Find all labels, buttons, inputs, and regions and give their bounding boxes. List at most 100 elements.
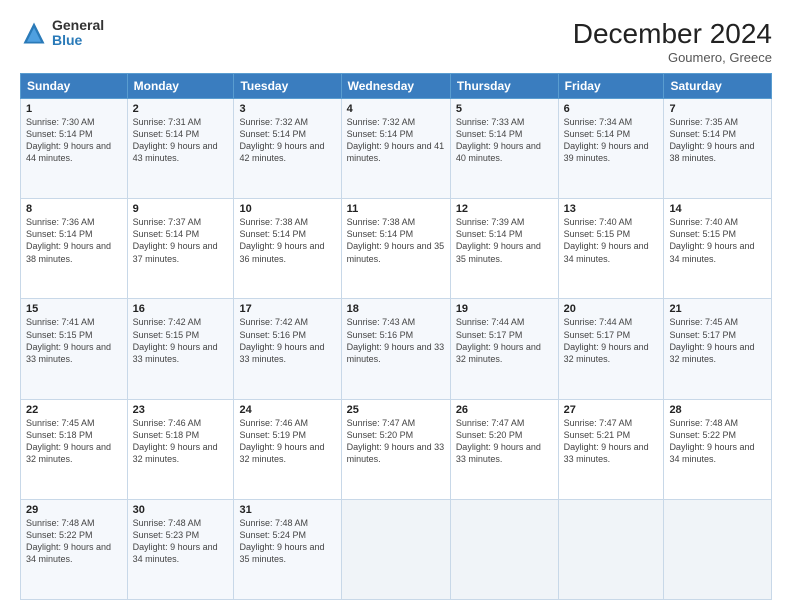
day-info: Sunrise: 7:30 AM Sunset: 5:14 PM Dayligh… bbox=[26, 116, 122, 165]
header-row: SundayMondayTuesdayWednesdayThursdayFrid… bbox=[21, 74, 772, 99]
week-row-2: 8Sunrise: 7:36 AM Sunset: 5:14 PM Daylig… bbox=[21, 199, 772, 299]
day-info: Sunrise: 7:38 AM Sunset: 5:14 PM Dayligh… bbox=[239, 216, 335, 265]
day-cell: 9Sunrise: 7:37 AM Sunset: 5:14 PM Daylig… bbox=[127, 199, 234, 299]
col-header-tuesday: Tuesday bbox=[234, 74, 341, 99]
day-info: Sunrise: 7:36 AM Sunset: 5:14 PM Dayligh… bbox=[26, 216, 122, 265]
calendar-table: SundayMondayTuesdayWednesdayThursdayFrid… bbox=[20, 73, 772, 600]
day-info: Sunrise: 7:48 AM Sunset: 5:24 PM Dayligh… bbox=[239, 517, 335, 566]
day-number: 9 bbox=[133, 203, 229, 215]
day-cell: 15Sunrise: 7:41 AM Sunset: 5:15 PM Dayli… bbox=[21, 299, 128, 399]
day-info: Sunrise: 7:44 AM Sunset: 5:17 PM Dayligh… bbox=[564, 316, 659, 365]
col-header-friday: Friday bbox=[558, 74, 664, 99]
day-cell: 17Sunrise: 7:42 AM Sunset: 5:16 PM Dayli… bbox=[234, 299, 341, 399]
day-info: Sunrise: 7:45 AM Sunset: 5:18 PM Dayligh… bbox=[26, 417, 122, 466]
day-cell bbox=[558, 499, 664, 599]
day-number: 13 bbox=[564, 203, 659, 215]
day-number: 4 bbox=[347, 103, 445, 115]
day-number: 30 bbox=[133, 504, 229, 516]
day-cell: 13Sunrise: 7:40 AM Sunset: 5:15 PM Dayli… bbox=[558, 199, 664, 299]
day-cell: 5Sunrise: 7:33 AM Sunset: 5:14 PM Daylig… bbox=[450, 99, 558, 199]
day-number: 3 bbox=[239, 103, 335, 115]
title-section: December 2024 Goumero, Greece bbox=[573, 18, 772, 65]
day-cell bbox=[450, 499, 558, 599]
page: General Blue December 2024 Goumero, Gree… bbox=[0, 0, 792, 612]
col-header-sunday: Sunday bbox=[21, 74, 128, 99]
day-info: Sunrise: 7:48 AM Sunset: 5:22 PM Dayligh… bbox=[669, 417, 766, 466]
day-info: Sunrise: 7:35 AM Sunset: 5:14 PM Dayligh… bbox=[669, 116, 766, 165]
day-cell: 10Sunrise: 7:38 AM Sunset: 5:14 PM Dayli… bbox=[234, 199, 341, 299]
day-cell: 22Sunrise: 7:45 AM Sunset: 5:18 PM Dayli… bbox=[21, 399, 128, 499]
day-info: Sunrise: 7:32 AM Sunset: 5:14 PM Dayligh… bbox=[347, 116, 445, 165]
col-header-monday: Monday bbox=[127, 74, 234, 99]
day-cell: 23Sunrise: 7:46 AM Sunset: 5:18 PM Dayli… bbox=[127, 399, 234, 499]
day-number: 14 bbox=[669, 203, 766, 215]
day-number: 21 bbox=[669, 303, 766, 315]
day-cell: 3Sunrise: 7:32 AM Sunset: 5:14 PM Daylig… bbox=[234, 99, 341, 199]
day-info: Sunrise: 7:40 AM Sunset: 5:15 PM Dayligh… bbox=[564, 216, 659, 265]
week-row-4: 22Sunrise: 7:45 AM Sunset: 5:18 PM Dayli… bbox=[21, 399, 772, 499]
logo-icon bbox=[20, 19, 48, 47]
day-info: Sunrise: 7:47 AM Sunset: 5:20 PM Dayligh… bbox=[456, 417, 553, 466]
day-number: 8 bbox=[26, 203, 122, 215]
logo: General Blue bbox=[20, 18, 104, 49]
day-cell: 7Sunrise: 7:35 AM Sunset: 5:14 PM Daylig… bbox=[664, 99, 772, 199]
day-info: Sunrise: 7:42 AM Sunset: 5:15 PM Dayligh… bbox=[133, 316, 229, 365]
day-number: 20 bbox=[564, 303, 659, 315]
day-cell: 18Sunrise: 7:43 AM Sunset: 5:16 PM Dayli… bbox=[341, 299, 450, 399]
day-cell: 21Sunrise: 7:45 AM Sunset: 5:17 PM Dayli… bbox=[664, 299, 772, 399]
col-header-wednesday: Wednesday bbox=[341, 74, 450, 99]
day-info: Sunrise: 7:38 AM Sunset: 5:14 PM Dayligh… bbox=[347, 216, 445, 265]
day-number: 29 bbox=[26, 504, 122, 516]
day-info: Sunrise: 7:41 AM Sunset: 5:15 PM Dayligh… bbox=[26, 316, 122, 365]
day-number: 18 bbox=[347, 303, 445, 315]
day-info: Sunrise: 7:46 AM Sunset: 5:18 PM Dayligh… bbox=[133, 417, 229, 466]
day-number: 6 bbox=[564, 103, 659, 115]
day-cell: 14Sunrise: 7:40 AM Sunset: 5:15 PM Dayli… bbox=[664, 199, 772, 299]
day-number: 23 bbox=[133, 404, 229, 416]
day-info: Sunrise: 7:31 AM Sunset: 5:14 PM Dayligh… bbox=[133, 116, 229, 165]
col-header-thursday: Thursday bbox=[450, 74, 558, 99]
day-info: Sunrise: 7:46 AM Sunset: 5:19 PM Dayligh… bbox=[239, 417, 335, 466]
day-number: 16 bbox=[133, 303, 229, 315]
day-cell: 16Sunrise: 7:42 AM Sunset: 5:15 PM Dayli… bbox=[127, 299, 234, 399]
day-cell: 29Sunrise: 7:48 AM Sunset: 5:22 PM Dayli… bbox=[21, 499, 128, 599]
day-cell: 30Sunrise: 7:48 AM Sunset: 5:23 PM Dayli… bbox=[127, 499, 234, 599]
col-header-saturday: Saturday bbox=[664, 74, 772, 99]
day-number: 26 bbox=[456, 404, 553, 416]
header: General Blue December 2024 Goumero, Gree… bbox=[20, 18, 772, 65]
day-cell: 11Sunrise: 7:38 AM Sunset: 5:14 PM Dayli… bbox=[341, 199, 450, 299]
day-cell: 27Sunrise: 7:47 AM Sunset: 5:21 PM Dayli… bbox=[558, 399, 664, 499]
logo-text: General Blue bbox=[52, 18, 104, 49]
day-number: 12 bbox=[456, 203, 553, 215]
day-number: 17 bbox=[239, 303, 335, 315]
day-info: Sunrise: 7:45 AM Sunset: 5:17 PM Dayligh… bbox=[669, 316, 766, 365]
day-cell: 31Sunrise: 7:48 AM Sunset: 5:24 PM Dayli… bbox=[234, 499, 341, 599]
day-cell: 26Sunrise: 7:47 AM Sunset: 5:20 PM Dayli… bbox=[450, 399, 558, 499]
day-cell: 6Sunrise: 7:34 AM Sunset: 5:14 PM Daylig… bbox=[558, 99, 664, 199]
day-number: 25 bbox=[347, 404, 445, 416]
day-cell: 4Sunrise: 7:32 AM Sunset: 5:14 PM Daylig… bbox=[341, 99, 450, 199]
day-info: Sunrise: 7:33 AM Sunset: 5:14 PM Dayligh… bbox=[456, 116, 553, 165]
day-cell: 8Sunrise: 7:36 AM Sunset: 5:14 PM Daylig… bbox=[21, 199, 128, 299]
day-cell: 28Sunrise: 7:48 AM Sunset: 5:22 PM Dayli… bbox=[664, 399, 772, 499]
day-number: 15 bbox=[26, 303, 122, 315]
day-number: 31 bbox=[239, 504, 335, 516]
day-cell: 25Sunrise: 7:47 AM Sunset: 5:20 PM Dayli… bbox=[341, 399, 450, 499]
day-info: Sunrise: 7:47 AM Sunset: 5:21 PM Dayligh… bbox=[564, 417, 659, 466]
week-row-3: 15Sunrise: 7:41 AM Sunset: 5:15 PM Dayli… bbox=[21, 299, 772, 399]
day-cell: 12Sunrise: 7:39 AM Sunset: 5:14 PM Dayli… bbox=[450, 199, 558, 299]
day-info: Sunrise: 7:44 AM Sunset: 5:17 PM Dayligh… bbox=[456, 316, 553, 365]
week-row-5: 29Sunrise: 7:48 AM Sunset: 5:22 PM Dayli… bbox=[21, 499, 772, 599]
day-cell: 19Sunrise: 7:44 AM Sunset: 5:17 PM Dayli… bbox=[450, 299, 558, 399]
day-number: 19 bbox=[456, 303, 553, 315]
day-number: 5 bbox=[456, 103, 553, 115]
day-info: Sunrise: 7:43 AM Sunset: 5:16 PM Dayligh… bbox=[347, 316, 445, 365]
day-info: Sunrise: 7:32 AM Sunset: 5:14 PM Dayligh… bbox=[239, 116, 335, 165]
day-cell: 20Sunrise: 7:44 AM Sunset: 5:17 PM Dayli… bbox=[558, 299, 664, 399]
day-info: Sunrise: 7:39 AM Sunset: 5:14 PM Dayligh… bbox=[456, 216, 553, 265]
day-cell: 1Sunrise: 7:30 AM Sunset: 5:14 PM Daylig… bbox=[21, 99, 128, 199]
day-info: Sunrise: 7:34 AM Sunset: 5:14 PM Dayligh… bbox=[564, 116, 659, 165]
day-number: 27 bbox=[564, 404, 659, 416]
day-info: Sunrise: 7:47 AM Sunset: 5:20 PM Dayligh… bbox=[347, 417, 445, 466]
day-info: Sunrise: 7:37 AM Sunset: 5:14 PM Dayligh… bbox=[133, 216, 229, 265]
